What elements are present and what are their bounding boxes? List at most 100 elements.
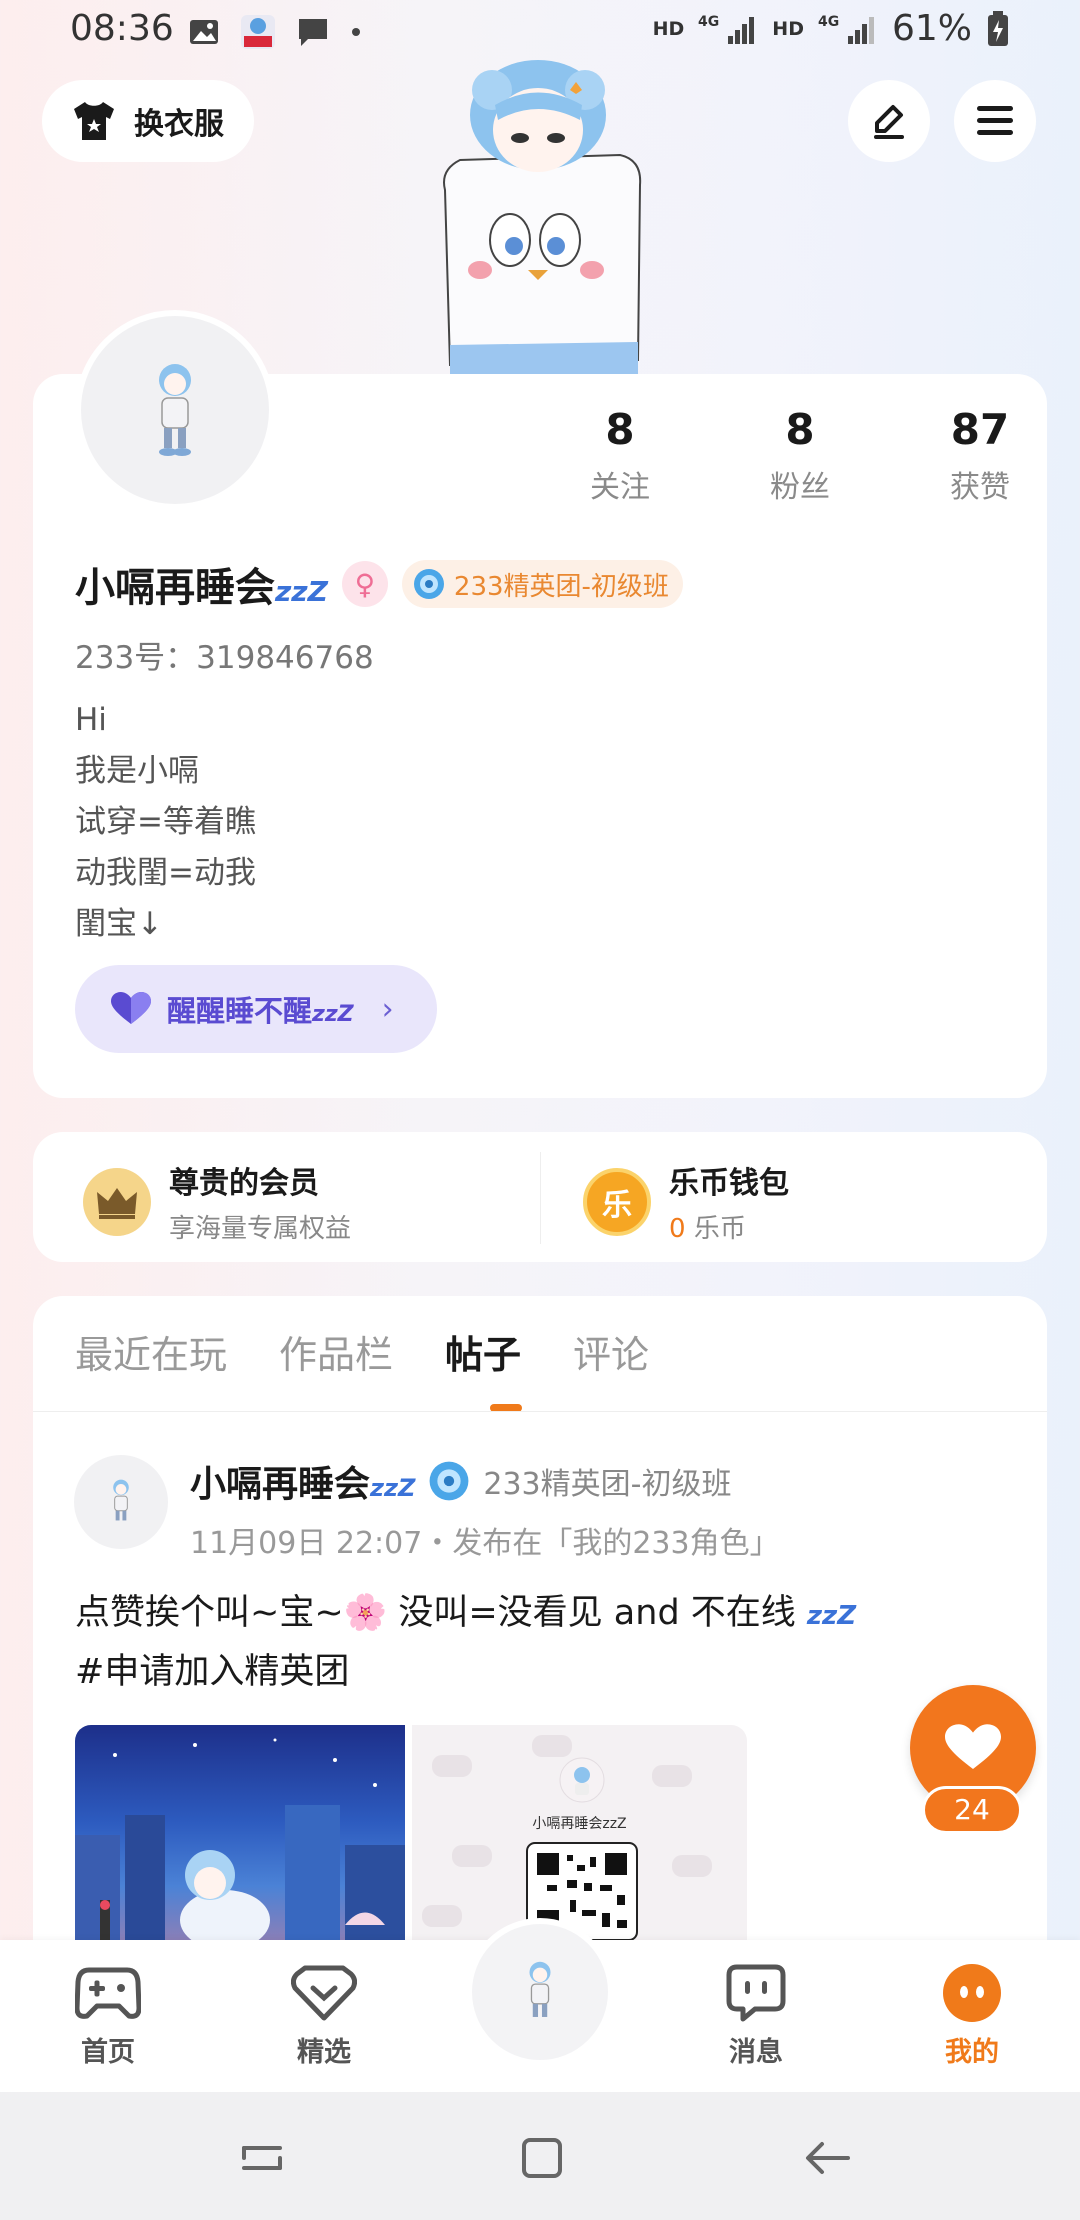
membership-title: 尊贵的会员: [169, 1166, 319, 1201]
mood-status-label: 醒醒睡不醒zzZ: [167, 988, 354, 1030]
elite-badge-icon: [429, 1461, 469, 1501]
membership-card: 尊贵的会员 享海量专属权益 乐 乐币钱包 0 乐币: [33, 1132, 1047, 1262]
post-text-main: 点赞挨个叫~宝~🌸 没叫=没看见 and 不在线: [75, 1593, 807, 1633]
status-notification-icons: [188, 14, 362, 50]
home-square-icon: [522, 2138, 562, 2178]
post-header: 小嗝再睡会zzZ 233精英团-初级班: [190, 1455, 731, 1507]
hd-label-2: HD: [772, 17, 804, 40]
stat-label: 关注: [590, 470, 650, 505]
qr-caption: 小嗝再睡会zzZ: [532, 1816, 627, 1832]
tab-recently-played[interactable]: 最近在玩: [75, 1325, 227, 1385]
character-avatar-art[interactable]: [420, 60, 660, 375]
post-zzz: zzZ: [806, 1601, 857, 1631]
mood-zzz: zzZ: [312, 1002, 354, 1027]
stat-value: 8: [785, 405, 815, 454]
recent-apps-icon: [242, 2146, 282, 2170]
gender-female-icon: ♀: [341, 561, 388, 607]
user-avatar[interactable]: [75, 310, 275, 510]
avatar-character-icon: [159, 364, 191, 456]
wallet-entry[interactable]: 乐 乐币钱包 0 乐币: [583, 1158, 789, 1245]
menu-button[interactable]: [954, 80, 1036, 162]
post-text-line: 点赞挨个叫~宝~🌸 没叫=没看见 and 不在线 zzZ: [75, 1585, 975, 1644]
post-image-city[interactable]: [75, 1725, 405, 1940]
bio-line: 閨宝↓: [75, 906, 163, 942]
stat-value: 8: [605, 405, 635, 454]
change-outfit-button[interactable]: 换衣服: [42, 80, 254, 162]
membership-subtitle: 享海量专属权益: [169, 1214, 352, 1244]
home-button[interactable]: [512, 2128, 572, 2188]
dot-icon: [352, 28, 360, 36]
user-bio: Hi 我是小嗝 试穿=等着瞧 动我閨=动我 閨宝↓: [75, 695, 256, 950]
nav-me[interactable]: 我的: [902, 1960, 1042, 2069]
wallet-amount: 0: [669, 1214, 686, 1244]
avatar-character-icon: [529, 1961, 551, 2017]
edit-profile-button[interactable]: [848, 80, 930, 162]
author-zzz: zzZ: [370, 1474, 416, 1502]
elite-badge-label: 233精英团-初级班: [453, 571, 669, 602]
battery-icon: [988, 10, 1008, 46]
name-row: 小嗝再睡会zzZ ♀ 233精英团-初级班: [75, 555, 683, 613]
post-author-name[interactable]: 小嗝再睡会zzZ: [190, 1455, 415, 1507]
nav-featured[interactable]: 精选: [254, 1960, 394, 2069]
wallet-title: 乐币钱包: [669, 1166, 789, 1201]
app-notification-icon: [241, 15, 275, 49]
heart-icon: [111, 992, 151, 1024]
coin-icon: 乐: [583, 1167, 651, 1236]
change-outfit-label: 换衣服: [134, 107, 224, 142]
city-illustration: [75, 1738, 405, 1940]
signal-icon: 4G: [698, 14, 755, 44]
bio-line: 我是小嗝: [75, 753, 199, 789]
wallet-balance: 0 乐币: [669, 1208, 789, 1245]
post-image-qr[interactable]: 小嗝再睡会zzZ: [412, 1725, 747, 1940]
hd-label-1: HD: [652, 17, 685, 40]
avatar-character-icon: [113, 1479, 129, 1521]
bio-line: 试穿=等着瞧: [75, 804, 256, 840]
mood-status-chip[interactable]: 醒醒睡不醒zzZ ›: [75, 965, 437, 1053]
tab-comments[interactable]: 评论: [573, 1325, 649, 1385]
post-body[interactable]: 点赞挨个叫~宝~🌸 没叫=没看见 and 不在线 zzZ #申请加入精英团: [75, 1585, 975, 1700]
nav-label: 首页: [81, 2037, 135, 2068]
nav-home[interactable]: 首页: [38, 1960, 178, 2069]
stat-label: 粉丝: [770, 470, 830, 505]
gamepad-icon: [75, 1967, 141, 2019]
user-id: 233号：319846768: [75, 640, 374, 676]
post-hashtag[interactable]: #申请加入精英团: [75, 1644, 975, 1700]
mood-status-text: 醒醒睡不醒: [167, 994, 313, 1028]
coin-glyph: 乐: [602, 1187, 632, 1223]
elite-badge[interactable]: 233精英团-初级班: [401, 560, 683, 608]
post-author-text: 小嗝再睡会: [190, 1464, 371, 1505]
back-button[interactable]: [798, 2128, 858, 2188]
back-arrow-icon: [806, 2142, 850, 2174]
membership-entry[interactable]: 尊贵的会员 享海量专属权益: [83, 1158, 351, 1245]
content-tabs: 最近在玩 作品栏 帖子 评论: [75, 1325, 701, 1385]
stat-followers[interactable]: 8 粉丝: [710, 405, 890, 506]
profile-stats: 8 关注 8 粉丝 87 获赞: [530, 405, 1070, 506]
post-author-avatar[interactable]: [74, 1455, 168, 1549]
nav-label: 消息: [729, 2037, 783, 2068]
stat-value: 87: [950, 405, 1010, 454]
tab-posts[interactable]: 帖子: [445, 1325, 521, 1385]
stat-following[interactable]: 8 关注: [530, 405, 710, 506]
status-right: HD 4G HD 4G 61%: [653, 8, 1010, 49]
nav-label: 精选: [297, 2037, 351, 2068]
status-time: 08:36: [70, 8, 174, 49]
wallet-unit: 乐币: [693, 1214, 746, 1244]
stat-label: 获赞: [950, 470, 1010, 505]
elite-badge-icon: [413, 569, 444, 599]
stat-likes[interactable]: 87 获赞: [890, 405, 1070, 506]
bio-line: Hi: [75, 702, 107, 738]
recent-apps-button[interactable]: [232, 2128, 292, 2188]
tab-works[interactable]: 作品栏: [279, 1325, 393, 1385]
message-bubble-icon: [299, 19, 327, 46]
user-name: 小嗝再睡会zzZ: [75, 555, 328, 613]
nav-center-avatar-button[interactable]: [466, 1918, 614, 2066]
signal-icon-2: 4G: [818, 14, 874, 44]
system-navigation-bar: [0, 2092, 1080, 2220]
nav-messages[interactable]: 消息: [686, 1960, 826, 2069]
heart-icon: [945, 1724, 1001, 1769]
post-meta: 11月09日 22:07・发布在「我的233角色」: [190, 1526, 780, 1561]
chevron-right-icon: ›: [381, 991, 394, 1027]
user-name-text: 小嗝再睡会: [75, 565, 275, 611]
tshirt-icon: [74, 102, 114, 140]
like-count: 24: [922, 1786, 1022, 1834]
